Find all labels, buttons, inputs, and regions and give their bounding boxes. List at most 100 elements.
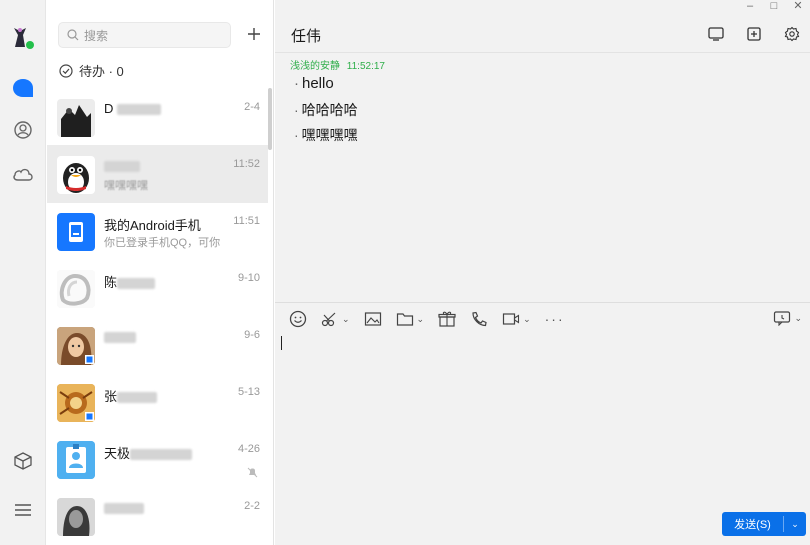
contact-name: 我的Android手机 — [104, 218, 201, 233]
list-scrollbar[interactable] — [268, 88, 272, 150]
emoji-button[interactable] — [289, 310, 307, 328]
more-icon[interactable]: ··· — [545, 311, 565, 327]
add-button[interactable] — [243, 22, 265, 46]
list-item[interactable]: 9-6 — [47, 316, 268, 374]
chat-history-icon — [774, 311, 791, 326]
avatar — [57, 270, 95, 308]
message-preview: 你已登录手机QQ，可你 — [104, 237, 221, 249]
settings-gear-icon[interactable] — [782, 25, 802, 43]
sender-time: 11:52:17 — [346, 61, 385, 72]
box-icon[interactable] — [11, 449, 35, 473]
redacted-text — [104, 332, 136, 344]
phone-avatar — [57, 213, 95, 251]
message-preview: 嘿嘿嘿嘿 — [104, 180, 148, 192]
video-camera-icon — [502, 313, 520, 325]
chevron-down-icon[interactable]: ⌄ — [342, 314, 350, 325]
folder-icon — [396, 313, 413, 326]
text-input-caret[interactable] — [281, 336, 282, 350]
message-time: 11:52 — [233, 158, 260, 170]
todo-label: 待办 · 0 — [79, 64, 124, 79]
voice-call-button[interactable] — [470, 311, 488, 327]
list-item[interactable]: 我的Android手机 你已登录手机QQ，可你 11:51 — [47, 202, 268, 260]
history-button[interactable]: ⌄ — [773, 310, 802, 326]
avatar — [57, 384, 95, 422]
chat-message: 嘿嘿嘿嘿 — [294, 125, 358, 145]
video-call-button[interactable]: ⌄ — [502, 311, 531, 327]
app-logo-icon[interactable] — [11, 26, 35, 50]
chat-message: hello — [294, 75, 334, 92]
image-icon — [364, 312, 381, 326]
gift-icon — [438, 311, 456, 327]
scissors-icon — [321, 312, 336, 327]
left-rail — [0, 0, 46, 545]
sender-name: 浅浅的安静 — [290, 61, 340, 72]
chat-panel: – □ ✕ 任伟 浅浅的安静 11:52:17 hello 哈哈哈哈 嘿嘿嘿嘿 … — [275, 0, 810, 545]
chat-bubble-icon[interactable] — [11, 76, 35, 100]
input-toolbar: ⌄ ⌄ ⌄ ··· — [289, 310, 579, 328]
conversation-list: 搜索 待办 · 0 D 2-4 嘿嘿嘿嘿 11:52 我的Android手机 你… — [47, 0, 274, 545]
list-item-active[interactable]: 嘿嘿嘿嘿 11:52 — [47, 145, 268, 203]
avatar — [57, 327, 95, 365]
list-item[interactable]: 陈 9-10 — [47, 259, 268, 317]
message-time: 5-13 — [237, 386, 260, 398]
avatar — [57, 156, 95, 194]
avatar — [57, 498, 95, 536]
search-icon — [67, 29, 79, 41]
maximize-icon[interactable]: □ — [762, 0, 786, 12]
list-item[interactable]: 张 5-13 — [47, 373, 268, 431]
chat-title: 任伟 — [291, 28, 322, 45]
message-time: 11:51 — [233, 215, 260, 227]
list-item[interactable]: D 2-4 — [47, 88, 268, 146]
contacts-icon[interactable] — [11, 118, 35, 142]
cloud-icon[interactable] — [11, 162, 35, 186]
redacted-text — [130, 449, 193, 461]
redacted-text — [117, 392, 158, 404]
contact-name: D — [104, 101, 114, 116]
avatar — [57, 441, 95, 479]
send-button[interactable]: 发送(S) ⌄ — [722, 512, 806, 536]
mute-bell-icon — [247, 465, 258, 483]
screen-share-icon[interactable] — [706, 25, 726, 43]
chevron-down-icon[interactable]: ⌄ — [784, 519, 806, 530]
screenshot-button[interactable]: ⌄ — [321, 311, 350, 327]
chevron-down-icon[interactable]: ⌄ — [523, 314, 531, 325]
chat-header-actions — [688, 25, 802, 43]
avatar — [57, 99, 95, 137]
plus-icon — [248, 28, 260, 40]
message-time: 2-4 — [244, 101, 260, 113]
message-time: 9-10 — [237, 272, 260, 284]
header-divider — [275, 52, 810, 53]
chevron-down-icon[interactable]: ⌄ — [794, 313, 802, 324]
folder-button[interactable]: ⌄ — [396, 311, 425, 327]
list-item[interactable]: 2-2 — [47, 487, 268, 545]
chevron-down-icon[interactable]: ⌄ — [417, 314, 425, 325]
window-controls: – □ ✕ — [738, 0, 810, 12]
contact-name: 天极 — [104, 446, 131, 461]
phone-icon — [69, 222, 83, 242]
search-input[interactable]: 搜索 — [58, 22, 231, 48]
todo-filter[interactable]: 待办 · 0 — [59, 61, 124, 80]
search-placeholder: 搜索 — [84, 28, 109, 43]
add-member-icon[interactable] — [744, 25, 764, 43]
list-item[interactable]: 天极 4-26 — [47, 430, 268, 488]
close-icon[interactable]: ✕ — [786, 0, 810, 12]
message-time: 4-26 — [237, 443, 260, 455]
message-time: 2-2 — [244, 500, 260, 512]
menu-icon[interactable] — [11, 498, 35, 522]
message-sender: 浅浅的安静 11:52:17 — [290, 57, 385, 72]
redacted-text — [117, 104, 162, 116]
input-divider — [275, 302, 810, 303]
send-label: 发送(S) — [734, 519, 771, 531]
gift-button[interactable] — [438, 311, 456, 327]
image-button[interactable] — [364, 311, 382, 327]
minimize-icon[interactable]: – — [738, 0, 762, 12]
contact-name: 张 — [104, 389, 118, 404]
phone-call-icon — [472, 311, 487, 327]
message-time: 9-6 — [244, 329, 260, 341]
check-circle-icon — [59, 63, 73, 78]
chat-message: 哈哈哈哈 — [294, 100, 358, 120]
contact-name: 陈 — [104, 275, 118, 290]
redacted-text — [104, 161, 140, 173]
emoji-icon — [289, 310, 307, 328]
redacted-text — [104, 503, 144, 515]
